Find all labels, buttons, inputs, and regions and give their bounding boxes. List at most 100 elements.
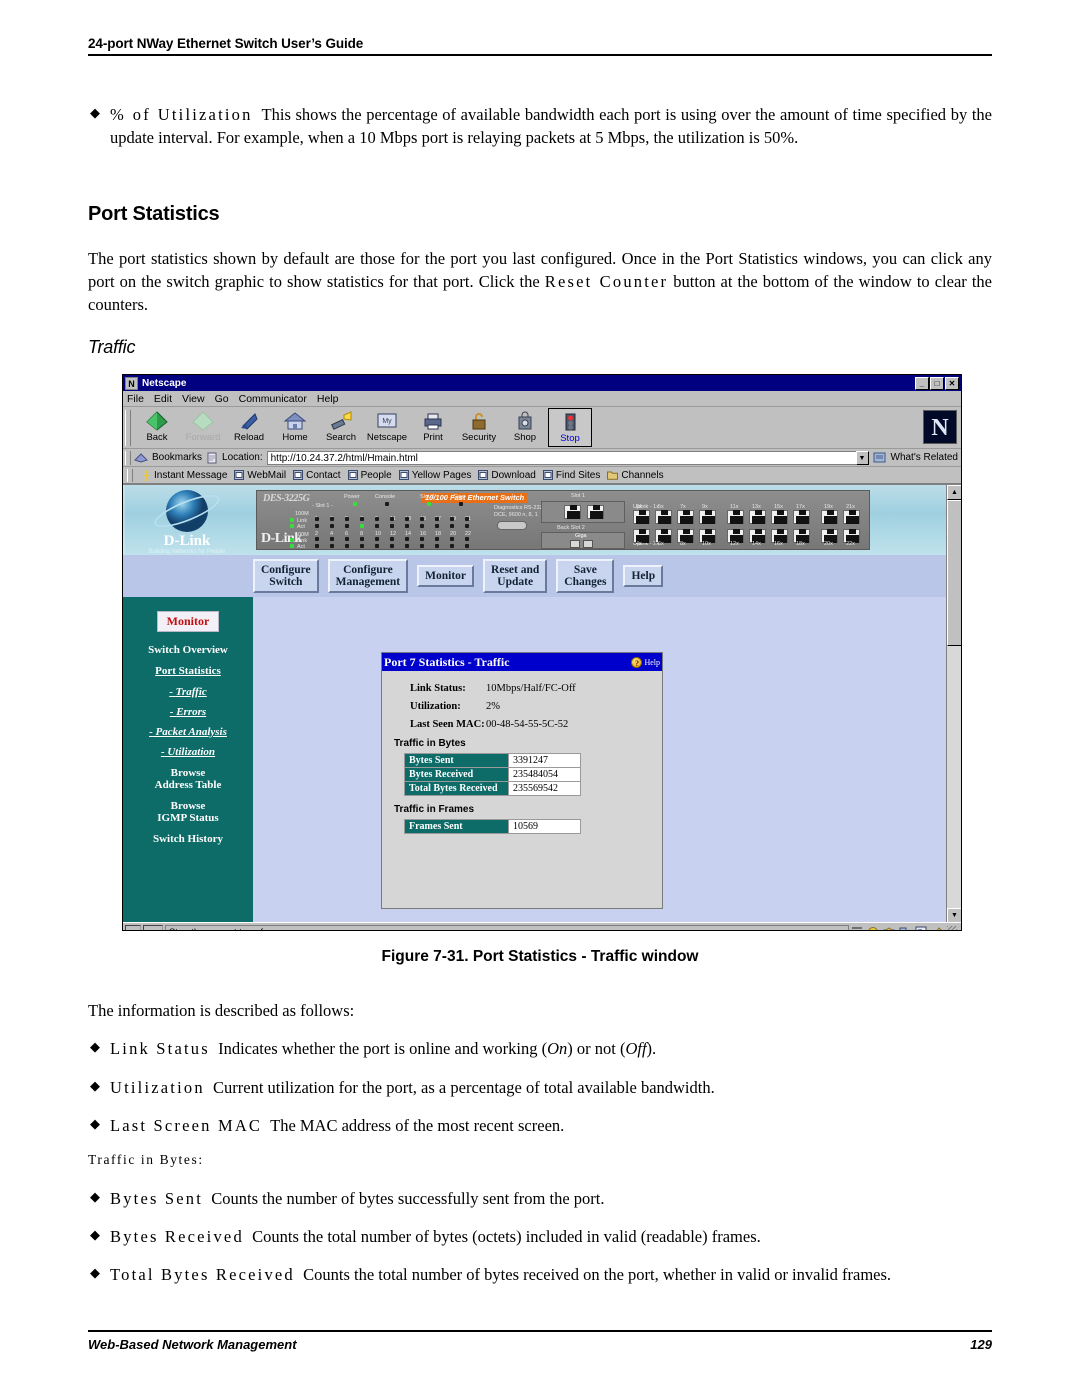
search-home-label: Home <box>282 431 308 443</box>
search-button[interactable]: Search <box>318 408 364 448</box>
personal-item-webmail[interactable]: WebMail <box>234 470 286 481</box>
menu-item-go[interactable]: Go <box>215 393 229 405</box>
personal-item-label: Yellow Pages <box>411 469 472 481</box>
navigator-icon[interactable] <box>867 926 879 932</box>
vertical-scrollbar[interactable]: ▲ ▼ <box>946 485 961 922</box>
rj45-port-13x-top[interactable] <box>749 510 766 524</box>
personal-item-yellow-pages[interactable]: Yellow Pages <box>398 469 472 481</box>
window-resize-grip[interactable] <box>947 925 957 930</box>
panel-body: Link Status: 10Mbps/Half/FC-Off Utilizat… <box>382 671 662 730</box>
rj45-port-19x-top[interactable] <box>821 510 838 524</box>
nav-button-configure-switch[interactable]: Configure Switch <box>253 559 319 593</box>
port-link-led <box>420 517 424 521</box>
personal-item-download[interactable]: Download <box>478 470 536 481</box>
sidebar-item-switch-overview[interactable]: Switch Overview <box>123 644 253 656</box>
url-dropdown-button[interactable]: ▼ <box>855 450 869 465</box>
nav-button-reset-and-update[interactable]: Reset and Update <box>483 559 548 593</box>
sidebar-header-monitor: Monitor <box>157 611 219 632</box>
netscape-logo-icon[interactable]: N <box>923 410 957 444</box>
sidebar-item-packet-analysis[interactable]: - Packet Analysis <box>123 726 253 738</box>
page-header-title: 24-port NWay Ethernet Switch User’s Guid… <box>88 36 364 51</box>
rj45-port-label: 5x <box>658 504 664 510</box>
nav-button-save-changes[interactable]: Save Changes <box>556 559 615 593</box>
sidebar-item-switch-history[interactable]: Switch History <box>123 833 253 845</box>
personal-item-people[interactable]: People <box>347 470 392 481</box>
rj45-port-3x-top[interactable] <box>633 510 650 524</box>
rj45-port-7x-top[interactable] <box>677 510 694 524</box>
rj45-port-9x-top[interactable] <box>699 510 716 524</box>
shop-button[interactable]: Shop <box>502 408 548 448</box>
nav-button-help[interactable]: Help <box>623 565 664 587</box>
reload-button[interactable]: Reload <box>226 408 272 448</box>
section-title-traffic-in-frames: Traffic in Frames <box>394 804 475 815</box>
security-status-icon[interactable] <box>125 924 141 930</box>
forward-button[interactable]: Forward <box>180 408 226 448</box>
connection-status-icon[interactable] <box>143 924 163 930</box>
menu-item-communicator[interactable]: Communicator <box>239 393 307 405</box>
download-icon <box>478 470 489 480</box>
switch-device-graphic[interactable]: DES-3225G D-Link 10/100 Fast Ethernet Sw… <box>256 490 870 550</box>
rj45-port-5x-top[interactable] <box>655 510 672 524</box>
toolbar-grip-handle[interactable] <box>125 409 131 446</box>
bookmarks-label[interactable]: Bookmarks <box>152 452 202 463</box>
nav-button-monitor[interactable]: Monitor <box>417 565 475 587</box>
device-tagline-label: 10/100 Fast Ethernet Switch <box>422 493 528 503</box>
panel-help-button[interactable]: ? Help <box>631 656 660 668</box>
security-button[interactable]: Security <box>456 408 502 448</box>
menu-item-view[interactable]: View <box>182 393 205 405</box>
section-title-traffic-in-bytes: Traffic in Bytes <box>394 738 466 749</box>
field-link-status: Link Status: 10Mbps/Half/FC-Off <box>410 683 662 694</box>
field-value: 10Mbps/Half/FC-Off <box>486 683 576 694</box>
home-button[interactable]: Home <box>272 408 318 448</box>
scroll-down-button[interactable]: ▼ <box>947 908 961 922</box>
port-act-led <box>465 544 469 548</box>
close-button[interactable]: ✕ <box>945 376 959 390</box>
netscape-button[interactable]: My Netscape <box>364 408 410 448</box>
port-link-led <box>345 517 349 521</box>
mailbox-icon[interactable] <box>883 926 895 932</box>
location-grip-handle[interactable] <box>125 450 131 465</box>
rj45-port-11x-top[interactable] <box>727 510 744 524</box>
slot1-jack-2 <box>587 505 604 519</box>
bullet-text: Counts the total number of bytes (octets… <box>252 1227 761 1246</box>
sidebar-item-browse-address-table[interactable]: Browse Address Table <box>123 767 253 791</box>
personal-item-channels[interactable]: Channels <box>607 470 664 481</box>
scrollbar-thumb[interactable] <box>947 500 961 646</box>
personal-grip-handle[interactable] <box>127 468 133 482</box>
personal-item-contact[interactable]: Contact <box>293 470 341 481</box>
personal-item-find-sites[interactable]: Find Sites <box>542 470 600 481</box>
whats-related-icon <box>873 452 885 463</box>
print-button[interactable]: Print <box>410 408 456 448</box>
back-arrow-icon <box>146 410 168 431</box>
minimize-button[interactable]: _ <box>915 376 929 390</box>
stop-button[interactable]: Stop <box>548 408 592 447</box>
sidebar-item-errors[interactable]: - Errors <box>123 706 253 718</box>
address-book-icon[interactable] <box>915 926 927 932</box>
forward-arrow-icon <box>192 410 214 431</box>
intro-bullet: ◆ % of Utilization This shows the percen… <box>88 104 992 150</box>
url-input[interactable]: http://10.24.37.2/html/Hmain.html <box>266 450 856 465</box>
device-model-label: DES-3225G <box>263 493 310 504</box>
scroll-up-button[interactable]: ▲ <box>947 485 961 500</box>
composer-icon[interactable] <box>931 926 943 932</box>
sidebar-item-port-statistics[interactable]: Port Statistics <box>123 665 253 677</box>
menu-item-help[interactable]: Help <box>317 393 339 405</box>
newsgroups-icon[interactable] <box>899 926 911 932</box>
back-button[interactable]: Back <box>134 408 180 448</box>
menu-item-edit[interactable]: Edit <box>154 393 172 405</box>
rj45-port-17x-top[interactable] <box>793 510 810 524</box>
nav-button-configure-management[interactable]: Configure Management <box>327 559 409 593</box>
port-link-led <box>405 537 409 541</box>
maximize-button[interactable]: □ <box>930 376 944 390</box>
menu-item-file[interactable]: File <box>127 393 144 405</box>
task-list-icon[interactable] <box>851 926 863 932</box>
sidebar-item-utilization[interactable]: - Utilization <box>123 746 253 758</box>
security-button-label: Security <box>461 431 497 443</box>
rj45-port-21x-top[interactable] <box>843 510 860 524</box>
sidebar-item-browse-igmp-status[interactable]: Browse IGMP Status <box>123 800 253 824</box>
whats-related-label[interactable]: What's Related <box>891 452 959 463</box>
personal-item-instant-message[interactable]: Instant Message <box>142 470 227 481</box>
rj45-port-15x-top[interactable] <box>771 510 788 524</box>
rj45-port-label: 8x <box>680 541 686 547</box>
sidebar-item-traffic[interactable]: - Traffic <box>123 686 253 698</box>
